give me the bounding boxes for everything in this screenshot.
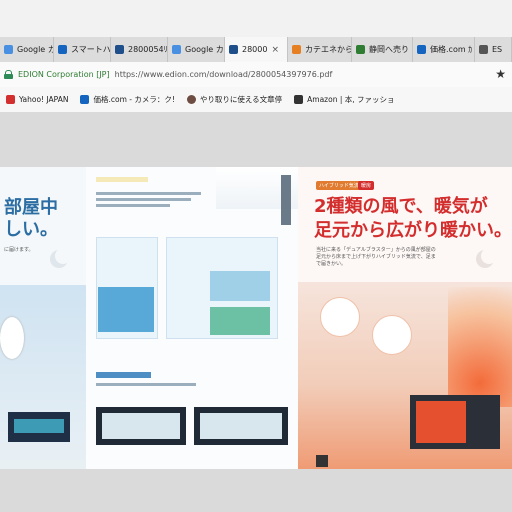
bookmark-label: やり取りに使える文章停 — [199, 95, 283, 104]
callout-circle-center — [372, 315, 412, 355]
url-text[interactable]: https://www.edion.com/download/280005439… — [115, 70, 333, 79]
pdf-page-right: ハイブリッド気流 暖房 2種類の風で、暖気が 足元から広がり暖かい。 当社に来る… — [298, 167, 512, 469]
bookmark-yahoo[interactable]: Yahoo! JAPAN — [6, 95, 68, 104]
qr-code — [316, 455, 328, 467]
left-heading-line2: しい。 — [4, 219, 58, 240]
heat-glow — [448, 287, 512, 407]
heating-tag: 暖房 — [358, 181, 375, 190]
mid-section-bar — [96, 372, 151, 378]
tab-kateene[interactable]: カテエネから — [288, 37, 352, 62]
pdf-page-left: 部屋中 しい。 に届けます。 — [0, 167, 86, 469]
tab-label: Google カL — [17, 45, 53, 54]
tab-label: 2800054ﾘ — [128, 45, 168, 54]
bookmark-label: Yahoo! JAPAN — [19, 95, 69, 104]
tab-active-pdf[interactable]: 28000 × — [225, 37, 288, 62]
bookmark-label: Amazon | 本, ファッショ — [307, 95, 395, 104]
tab-pdf-1[interactable]: 2800054ﾘ — [111, 37, 168, 62]
mid-text-block — [96, 189, 201, 219]
site-favicon-icon — [292, 45, 301, 54]
globe-icon — [186, 95, 196, 104]
callout-circle — [0, 317, 24, 359]
moon-logo-icon — [476, 248, 497, 268]
tab-label: 価格.com ｶ — [430, 45, 473, 54]
chart-panel-2-plot — [200, 413, 282, 439]
site-favicon-icon — [58, 45, 67, 54]
tab-label: カテエネから — [305, 45, 352, 54]
tab-shizuoka[interactable]: 静岡へ売り — [352, 37, 413, 62]
lock-icon — [4, 70, 13, 79]
bookmark-kakaku[interactable]: 価格.com - カメラ：ク! — [80, 94, 175, 105]
amazon-icon — [294, 95, 304, 104]
tab-smart[interactable]: スマートハイ — [54, 37, 111, 62]
tab-kakaku[interactable]: 価格.com ｶ — [413, 37, 475, 62]
site-favicon-icon — [479, 45, 488, 54]
site-identity: EDION Corporation [JP] — [18, 70, 110, 79]
tab-label: スマートハイ — [71, 45, 111, 54]
tab-label: Google カL — [185, 45, 225, 54]
callout-circle-left — [320, 297, 360, 337]
bookmark-star-icon[interactable]: ★ — [495, 67, 506, 81]
diagram-1-photo — [98, 287, 154, 332]
bookmark-amazon[interactable]: Amazon | 本, ファッショ — [294, 94, 395, 105]
window-top-bar — [0, 0, 512, 37]
close-icon[interactable]: × — [271, 45, 279, 55]
right-heading-line1: 2種類の風で、暖気が — [314, 196, 488, 217]
page-favicon-icon — [115, 45, 124, 54]
tab-label: ES — [492, 45, 503, 54]
tab-es[interactable]: ES — [475, 37, 512, 62]
bookmarks-bar: Yahoo! JAPAN 価格.com - カメラ：ク! やり取りに使える文章停… — [0, 87, 512, 113]
bookmark-phrases[interactable]: やり取りに使える文章停 — [186, 94, 283, 105]
yahoo-icon — [6, 95, 15, 104]
pdf-viewer[interactable]: 部屋中 しい。 に届けます。 ハイブリッド気流 暖房 2種類の風で、暖気が 足元… — [0, 112, 512, 512]
mid-line — [96, 383, 196, 386]
address-bar[interactable]: EDION Corporation [JP] https://www.edion… — [0, 62, 512, 88]
mid-tag-bar — [96, 177, 148, 182]
site-favicon-icon — [356, 45, 365, 54]
hybrid-airflow-tag: ハイブリッド気流 — [316, 181, 362, 190]
left-heading-line1: 部屋中 — [4, 197, 58, 218]
pdf-page-middle — [86, 167, 298, 469]
kakaku-icon — [80, 95, 90, 104]
right-heading-line2: 足元から広がり暖かい。 — [314, 220, 512, 241]
moon-logo-icon — [50, 248, 71, 268]
left-caption: に届けます。 — [4, 247, 34, 253]
shield-icon — [417, 45, 426, 54]
google-favicon-icon — [172, 45, 181, 54]
thermo-heat-map — [416, 401, 466, 443]
thermo-gradient — [14, 419, 64, 433]
tab-label: 静岡へ売り — [369, 45, 409, 54]
diagram-2-photo — [210, 271, 270, 301]
tab-strip: Google カL スマートハイ 2800054ﾘ Google カL 2800… — [0, 37, 512, 62]
side-tab — [281, 175, 291, 225]
google-favicon-icon — [4, 45, 13, 54]
tab-label: 28000 — [242, 45, 268, 54]
right-body-text: 当社に来る「デュアルブラスター」からの風が部屋の足元から床まで上げ下がりハイブリ… — [316, 247, 436, 267]
bookmark-label: 価格.com - カメラ：ク! — [93, 95, 175, 104]
chart-panel-1-plot — [102, 413, 180, 439]
page-favicon-icon — [229, 45, 238, 54]
tab-google-1[interactable]: Google カL — [0, 37, 54, 62]
diagram-3-photo — [210, 307, 270, 335]
tab-google-2[interactable]: Google カL — [168, 37, 225, 62]
